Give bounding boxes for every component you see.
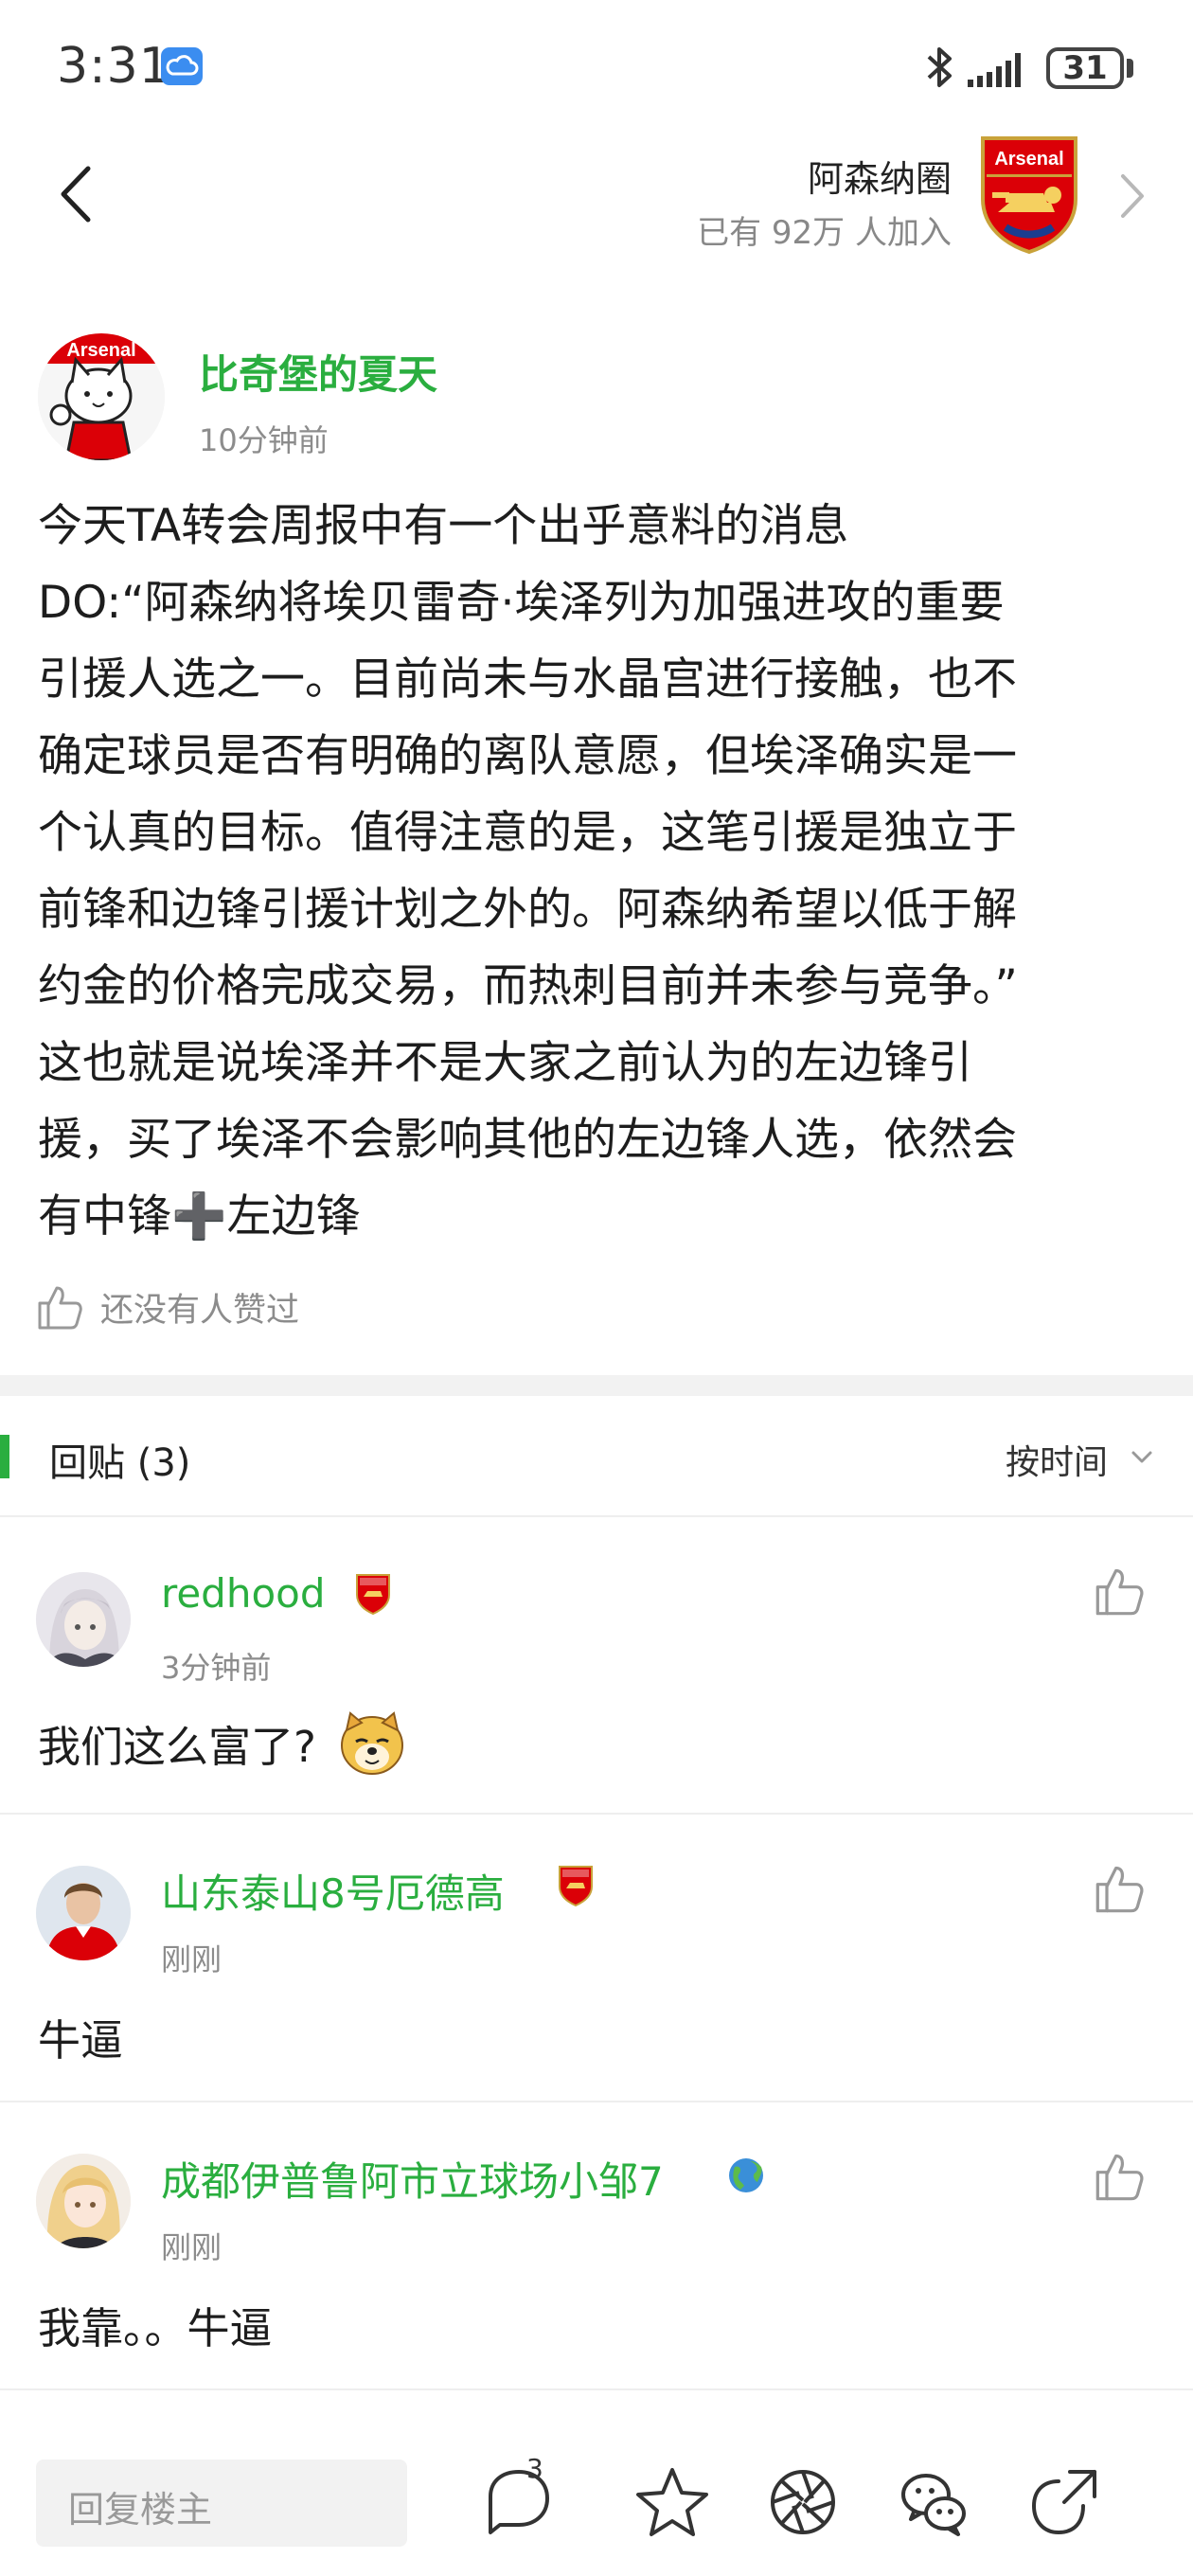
cloud-icon	[161, 47, 203, 85]
divider	[0, 2388, 1193, 2390]
commenter-avatar[interactable]	[36, 2154, 131, 2248]
status-bar: 3:31 31	[0, 0, 1193, 133]
arsenal-badge-icon	[559, 1866, 593, 1907]
anime-avatar-icon	[36, 1572, 131, 1667]
battery-icon: 31	[1046, 47, 1124, 89]
player-avatar-icon	[36, 1866, 131, 1960]
battery-level: 31	[1062, 49, 1108, 87]
comment-icon[interactable]	[479, 2462, 559, 2542]
chevron-right-icon[interactable]	[1115, 170, 1149, 222]
comment-text-row: 牛逼	[38, 2008, 124, 2066]
avatar-banner-text: Arsenal	[66, 340, 135, 361]
cat-avatar-icon: Arsenal	[38, 333, 165, 460]
reply-input[interactable]: 回复楼主	[36, 2460, 407, 2547]
post-author-name[interactable]: 比奇堡的夏天	[199, 343, 437, 401]
thumbs-up-icon[interactable]	[1094, 2150, 1147, 2203]
arsenal-badge-icon	[356, 1574, 390, 1616]
status-time: 3:31	[57, 38, 171, 95]
doge-emoji	[340, 1711, 403, 1775]
arsenal-logo-text: Arsenal	[994, 149, 1063, 170]
circle-member-count: 已有 92万 人加入	[697, 214, 952, 252]
comment-time: 刚刚	[161, 1941, 223, 1977]
commenter-name[interactable]: 成都伊普鲁阿市立球场小邹7	[161, 2150, 664, 2208]
commenter-name[interactable]: redhood	[161, 1570, 326, 1617]
section-divider	[0, 1375, 1193, 1396]
thumbs-up-icon[interactable]	[1094, 1862, 1147, 1915]
reply-count-title: 回贴 (3)	[49, 1441, 191, 1485]
like-status: 还没有人赞过	[100, 1291, 300, 1330]
comment-item: 山东泰山8号厄德高 刚刚 牛逼	[0, 1813, 1193, 2101]
wechat-icon[interactable]	[894, 2462, 973, 2542]
comment-text-row: 我靠。。牛逼	[38, 2296, 273, 2353]
comment-text: 牛逼	[38, 2014, 124, 2066]
comment-item: redhood 3分钟前 我们这么富了?	[0, 1515, 1193, 1813]
post-author-avatar[interactable]: Arsenal	[38, 333, 165, 460]
commenter-avatar[interactable]	[36, 1866, 131, 1960]
reply-accent-bar	[0, 1435, 9, 1478]
post-like-row[interactable]: 还没有人赞过	[36, 1279, 299, 1335]
commenter-avatar[interactable]	[36, 1572, 131, 1667]
moments-icon[interactable]	[763, 2462, 843, 2542]
back-icon[interactable]	[52, 163, 99, 225]
sort-by-time-button[interactable]: 按时间	[1006, 1435, 1108, 1484]
battery-tip	[1127, 59, 1133, 78]
star-icon[interactable]	[632, 2462, 712, 2542]
circle-name[interactable]: 阿森纳圈	[808, 150, 952, 202]
chevron-down-icon[interactable]	[1129, 1444, 1155, 1471]
share-icon[interactable]	[1024, 2462, 1104, 2542]
arsenal-logo[interactable]: Arsenal	[977, 133, 1081, 256]
thumbs-up-icon[interactable]	[36, 1282, 85, 1332]
comment-item: 成都伊普鲁阿市立球场小邹7 刚刚 我靠。。牛逼	[0, 2101, 1193, 2388]
comment-count: 3	[526, 2453, 543, 2484]
comment-text: 我靠。。牛逼	[38, 2302, 273, 2353]
post-detail-page: 3:31 31 阿森纳圈 已有 92万 人加入 Arsenal Arsenal …	[0, 0, 1193, 2576]
comment-text: 我们这么富了?	[38, 1721, 316, 1772]
comment-time: 3分钟前	[161, 1650, 272, 1686]
post-body: 今天TA转会周报中有一个出乎意料的消息 DO:“阿森纳将埃贝雷奇·埃泽列为加强进…	[38, 500, 1018, 1243]
comment-time: 刚刚	[161, 2229, 223, 2265]
globe-icon	[729, 2158, 763, 2192]
bluetooth-icon	[927, 47, 952, 87]
commenter-name[interactable]: 山东泰山8号厄德高	[161, 1862, 505, 1920]
anime-girl-avatar-icon	[36, 2154, 131, 2248]
signal-icon	[968, 53, 1021, 87]
post-time: 10分钟前	[199, 422, 329, 458]
thumbs-up-icon[interactable]	[1094, 1565, 1147, 1618]
comment-text-row: 我们这么富了?	[38, 1705, 407, 1780]
